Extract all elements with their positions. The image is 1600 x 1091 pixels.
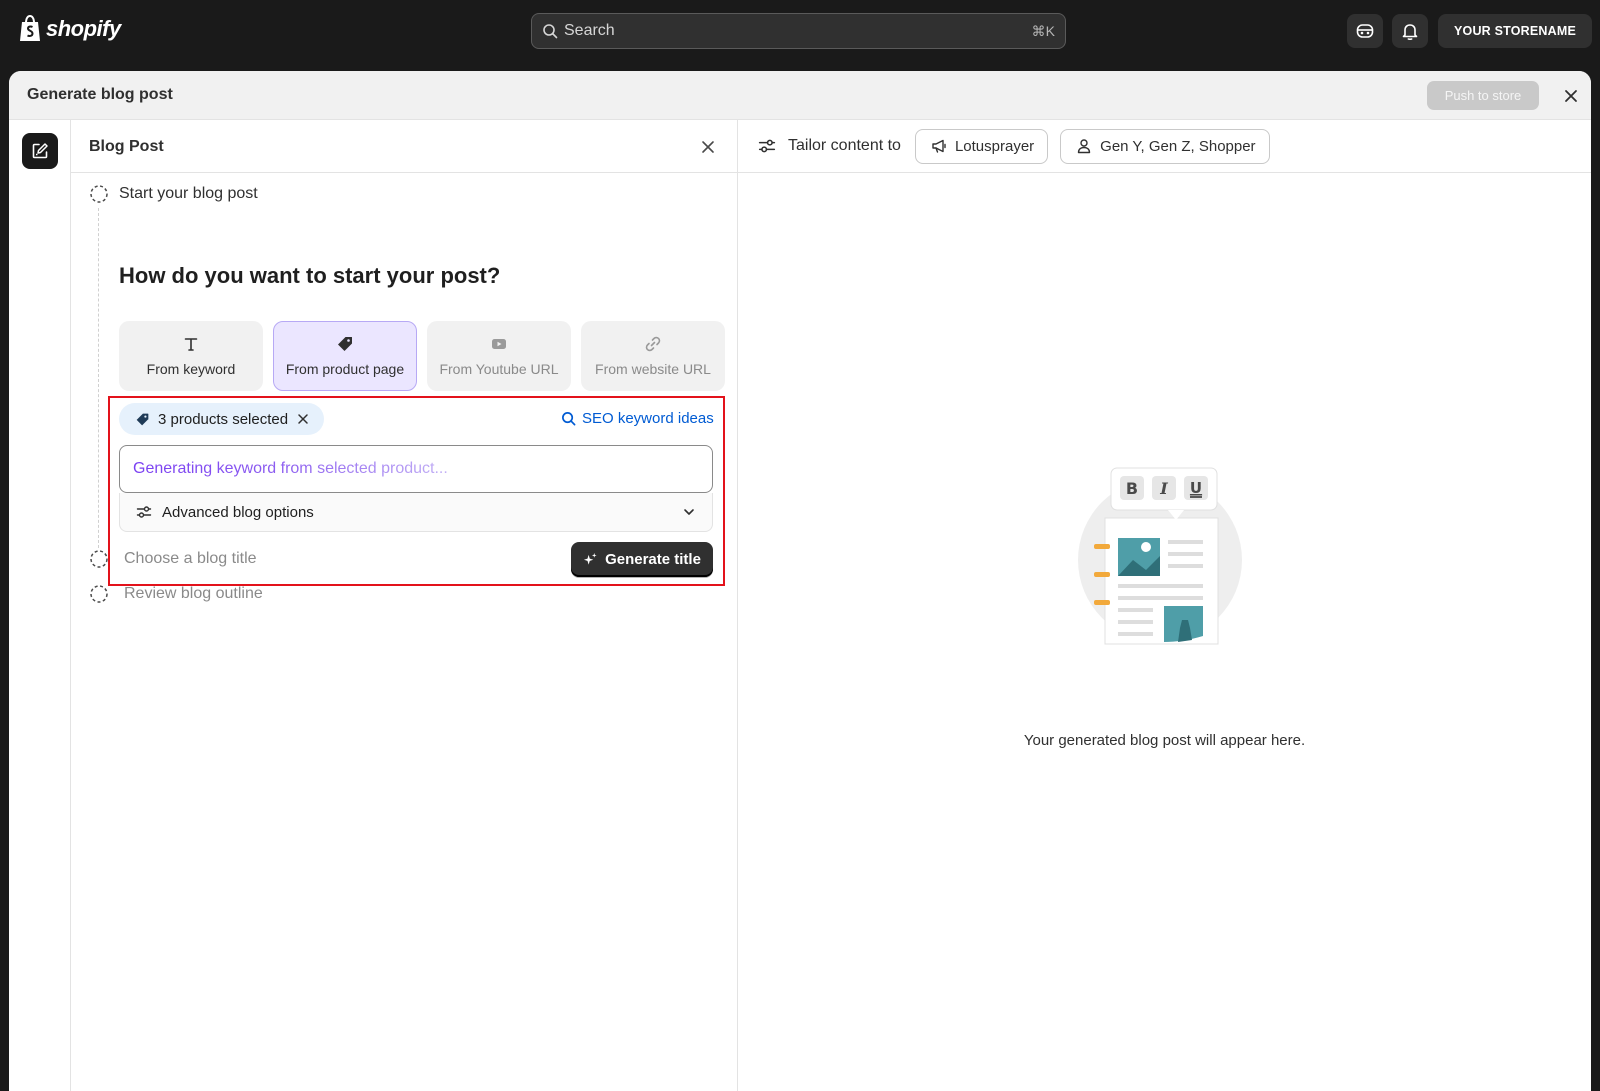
close-panel-icon[interactable]	[699, 138, 717, 156]
search-placeholder: Search	[564, 22, 615, 39]
option-from-product-page[interactable]: From product page	[273, 321, 417, 391]
notifications-button[interactable]	[1392, 14, 1428, 48]
step-label: Choose a blog title	[124, 550, 257, 567]
audience-pill-label: Gen Y, Gen Z, Shopper	[1100, 137, 1256, 155]
tailor-content-label: Tailor content to	[788, 137, 901, 154]
empty-state-message: Your generated blog post will appear her…	[1023, 732, 1306, 749]
sparkle-icon	[584, 552, 597, 565]
play-icon	[492, 339, 506, 349]
chip-label: 3 products selected	[158, 410, 289, 428]
step-label: Start your blog post	[119, 185, 258, 202]
sliders-icon	[136, 506, 152, 518]
shopify-logo[interactable]: shopify	[18, 15, 121, 43]
sidekick-button[interactable]	[1347, 14, 1383, 48]
modal-title: Generate blog post	[27, 86, 173, 103]
brand-voice-pill[interactable]: Lotusprayer	[914, 128, 1049, 164]
search-shortcut: ⌘K	[1031, 22, 1055, 39]
preview-panel: Tailor content to Lotusprayer Gen Y, Gen…	[738, 120, 1591, 1091]
svg-text:B: B	[1126, 479, 1138, 498]
blog-editor-rail-button[interactable]	[22, 133, 58, 169]
generate-title-button[interactable]: Generate title	[571, 542, 713, 577]
option-label: From website URL	[595, 361, 711, 377]
audience-pill[interactable]: Gen Y, Gen Z, Shopper	[1060, 128, 1270, 164]
step-label: Review blog outline	[124, 585, 263, 602]
link-icon	[645, 336, 661, 352]
panel-title: Blog Post	[89, 138, 164, 155]
seo-keyword-ideas-link[interactable]: SEO keyword ideas	[561, 410, 714, 427]
svg-text:I: I	[1159, 479, 1168, 498]
sidekick-icon	[1356, 24, 1374, 38]
option-label: From keyword	[146, 361, 236, 377]
option-from-website-url[interactable]: From website URL	[581, 321, 725, 391]
modal-header: Generate blog post Push to store	[9, 71, 1591, 120]
chevron-down-icon	[684, 509, 694, 515]
step-review-blog-outline: Review blog outline	[89, 584, 263, 604]
products-selected-chip[interactable]: 3 products selected	[119, 403, 325, 435]
shopify-bag-icon	[20, 15, 40, 41]
keyword-input[interactable]: Generating keyword from selected product…	[119, 445, 713, 493]
person-icon	[1077, 139, 1091, 154]
megaphone-icon	[932, 139, 946, 153]
svg-text:U: U	[1190, 479, 1202, 497]
tailor-content-bar: Tailor content to Lotusprayer Gen Y, Gen…	[738, 120, 1591, 173]
store-menu-button[interactable]: YOUR STORENAME	[1438, 14, 1592, 48]
top-bar: shopify Search ⌘K YOUR STORENAME	[0, 0, 1600, 62]
tag-icon	[338, 337, 352, 351]
side-rail	[9, 120, 71, 1091]
close-icon[interactable]	[1561, 86, 1581, 106]
search-bar[interactable]: Search ⌘K	[531, 13, 1066, 49]
option-label: From product page	[285, 361, 405, 377]
logo-text: shopify	[46, 16, 121, 41]
push-to-store-button[interactable]: Push to store	[1427, 81, 1539, 110]
search-icon	[543, 24, 558, 39]
sliders-icon	[758, 139, 776, 153]
keyword-input-value: Generating keyword from selected product…	[133, 460, 448, 477]
option-label: From Youtube URL	[439, 361, 559, 377]
seo-link-label: SEO keyword ideas	[582, 410, 714, 427]
advanced-blog-options-toggle[interactable]: Advanced blog options	[119, 493, 713, 532]
blog-post-illustration-icon: B I U	[1078, 467, 1242, 645]
generate-blog-post-modal: Generate blog post Push to store Blog Po…	[9, 71, 1591, 1091]
brand-pill-label: Lotusprayer	[954, 137, 1035, 155]
dashed-circle-icon	[90, 585, 108, 603]
step-choose-blog-title: Choose a blog title	[89, 549, 257, 569]
option-from-youtube-url[interactable]: From Youtube URL	[427, 321, 571, 391]
generate-title-label: Generate title	[605, 551, 701, 568]
tag-icon	[136, 413, 149, 425]
start-question-heading: How do you want to start your post?	[119, 263, 501, 288]
text-icon	[184, 338, 198, 351]
dashed-circle-icon	[90, 185, 108, 203]
compose-icon	[32, 143, 48, 159]
remove-chip-icon[interactable]	[296, 412, 310, 426]
search-icon	[562, 412, 576, 426]
bell-icon	[1402, 24, 1418, 41]
step-start-blog-post: Start your blog post	[89, 184, 258, 204]
option-from-keyword[interactable]: From keyword	[119, 321, 263, 391]
advanced-options-label: Advanced blog options	[162, 503, 314, 521]
blog-post-panel: Blog Post Start your blog post How do yo…	[71, 120, 738, 1091]
blog-post-panel-header: Blog Post	[71, 120, 737, 173]
step-guide-line	[98, 208, 99, 548]
dashed-circle-icon	[90, 550, 108, 568]
